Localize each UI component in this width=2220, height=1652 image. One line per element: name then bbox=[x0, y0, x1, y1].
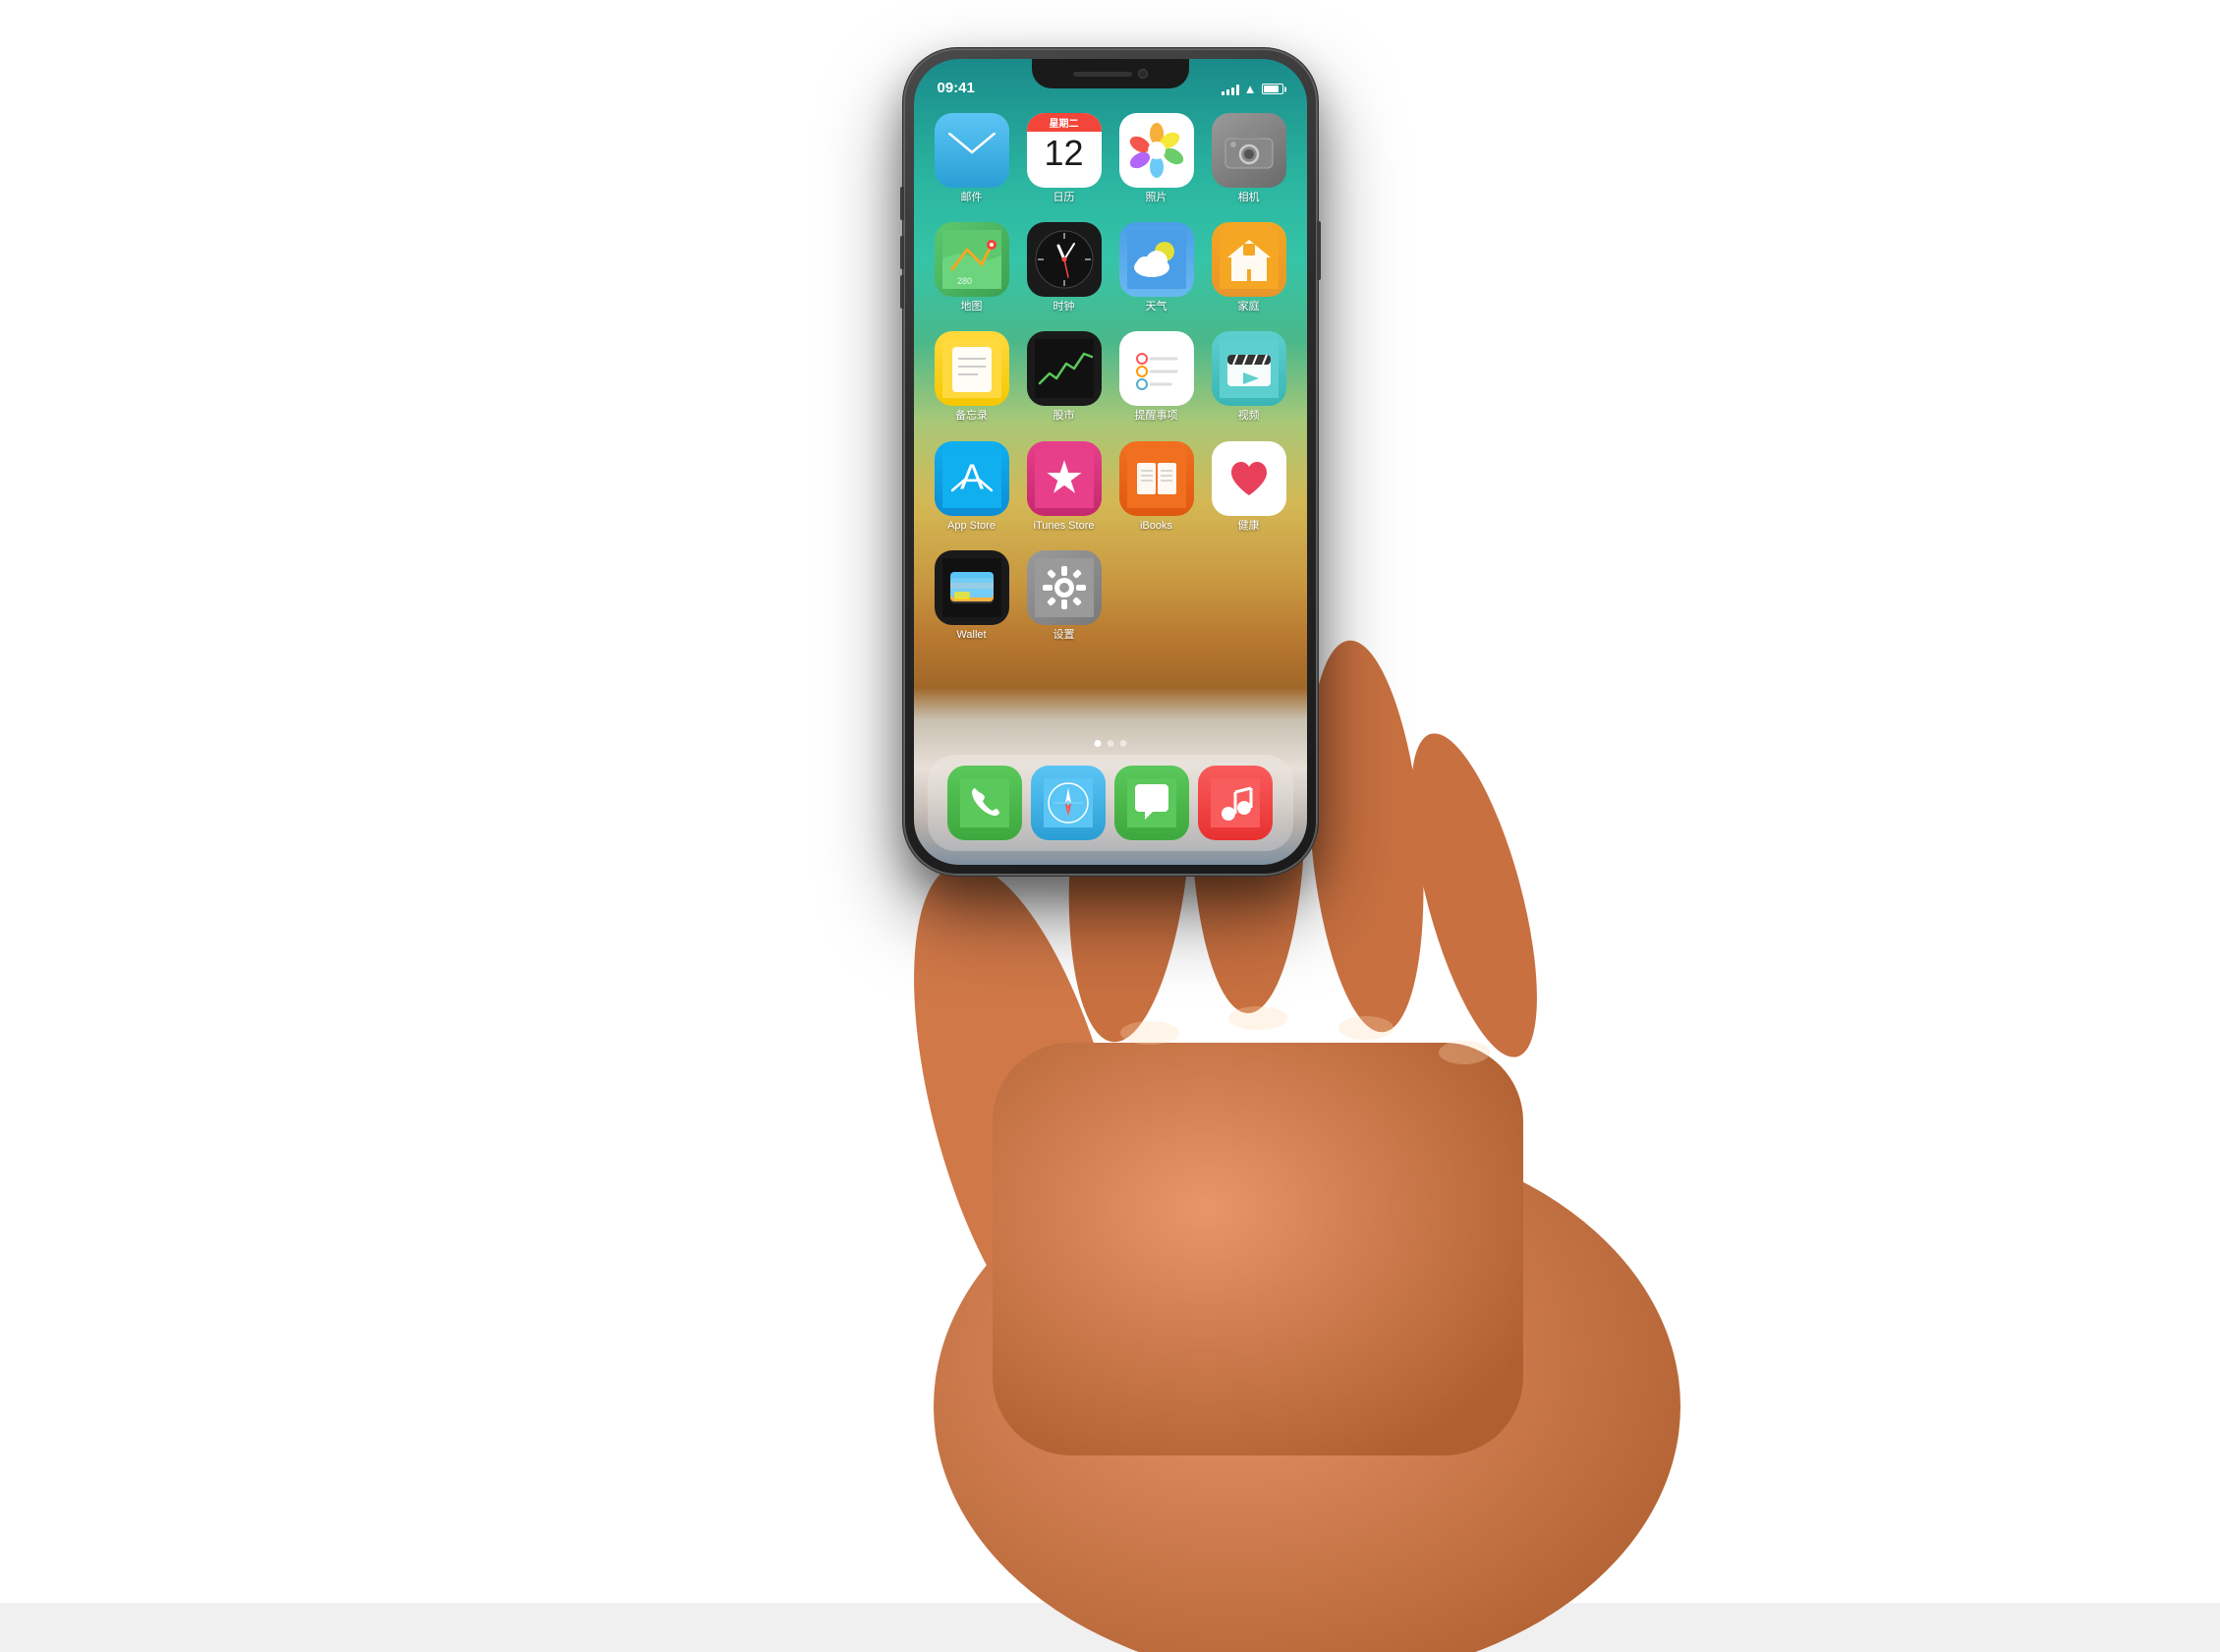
calendar-label: 日历 bbox=[1053, 192, 1075, 204]
speaker-grille bbox=[1073, 72, 1132, 77]
iphone-x: 09:41 ▲ bbox=[904, 49, 1317, 875]
app-camera[interactable]: 相机 bbox=[1207, 113, 1291, 204]
dock-music-icon bbox=[1198, 766, 1273, 840]
app-calendar[interactable]: 星期二 12 日历 bbox=[1022, 113, 1107, 204]
home-icon bbox=[1212, 222, 1286, 297]
photos-icon bbox=[1119, 113, 1194, 188]
photos-label: 照片 bbox=[1146, 192, 1167, 204]
notch bbox=[1032, 59, 1189, 88]
reminders-icon bbox=[1119, 331, 1194, 406]
app-ibooks[interactable]: iBooks bbox=[1114, 441, 1199, 533]
maps-icon: 280 bbox=[935, 222, 1009, 297]
app-notes[interactable]: 备忘录 bbox=[930, 331, 1014, 423]
weather-icon bbox=[1119, 222, 1194, 297]
app-stocks[interactable]: 股市 bbox=[1022, 331, 1107, 423]
dock-safari-icon bbox=[1031, 766, 1106, 840]
signal-bar-3 bbox=[1231, 87, 1234, 95]
dock-messages-icon bbox=[1114, 766, 1189, 840]
appstore-label: App Store bbox=[947, 520, 996, 533]
dock-phone[interactable] bbox=[947, 766, 1022, 840]
svg-text:A: A bbox=[959, 456, 983, 496]
clock-label: 时钟 bbox=[1053, 301, 1075, 313]
itunes-label: iTunes Store bbox=[1034, 520, 1095, 533]
clock-icon bbox=[1027, 222, 1102, 297]
app-grid: 邮件 星期二 12 日历 bbox=[930, 113, 1291, 642]
dock-safari[interactable] bbox=[1031, 766, 1106, 840]
itunes-icon: ★ bbox=[1027, 441, 1102, 516]
mail-label: 邮件 bbox=[961, 192, 983, 204]
page-dot-1[interactable] bbox=[1107, 740, 1113, 747]
front-camera bbox=[1138, 69, 1148, 79]
signal-bar-1 bbox=[1222, 91, 1224, 95]
appstore-icon: A bbox=[935, 441, 1009, 516]
app-maps[interactable]: 280 地图 bbox=[930, 222, 1014, 313]
dock-messages[interactable] bbox=[1114, 766, 1189, 840]
app-photos[interactable]: 照片 bbox=[1114, 113, 1199, 204]
app-clock[interactable]: 时钟 bbox=[1022, 222, 1107, 313]
page-dot-2[interactable] bbox=[1119, 740, 1126, 747]
settings-label: 设置 bbox=[1053, 629, 1075, 642]
stocks-icon bbox=[1027, 331, 1102, 406]
app-weather[interactable]: 天气 bbox=[1114, 222, 1199, 313]
reminders-label: 提醒事项 bbox=[1135, 410, 1178, 423]
dock-phone-icon bbox=[947, 766, 1022, 840]
camera-label: 相机 bbox=[1238, 192, 1260, 204]
wifi-icon: ▲ bbox=[1244, 82, 1257, 96]
weather-label: 天气 bbox=[1146, 301, 1167, 313]
home-label: 家庭 bbox=[1238, 301, 1260, 313]
ibooks-icon bbox=[1119, 441, 1194, 516]
settings-icon bbox=[1027, 550, 1102, 625]
app-settings[interactable]: 设置 bbox=[1022, 550, 1107, 642]
calendar-day: 星期二 bbox=[1027, 113, 1102, 132]
notes-icon bbox=[935, 331, 1009, 406]
app-appstore[interactable]: A App Store bbox=[930, 441, 1014, 533]
maps-label: 地图 bbox=[961, 301, 983, 313]
mail-icon bbox=[935, 113, 1009, 188]
dock-music[interactable] bbox=[1198, 766, 1273, 840]
page-dots bbox=[1094, 740, 1126, 747]
ibooks-label: iBooks bbox=[1140, 520, 1172, 533]
signal-strength bbox=[1222, 84, 1239, 95]
svg-text:★: ★ bbox=[1044, 451, 1084, 502]
videos-label: 视频 bbox=[1238, 410, 1260, 423]
app-videos[interactable]: 视频 bbox=[1207, 331, 1291, 423]
app-home[interactable]: 家庭 bbox=[1207, 222, 1291, 313]
app-mail[interactable]: 邮件 bbox=[930, 113, 1014, 204]
calendar-icon: 星期二 12 bbox=[1027, 113, 1102, 188]
signal-bar-4 bbox=[1236, 85, 1239, 95]
app-wallet[interactable]: Wallet bbox=[930, 550, 1014, 642]
phone-body: 09:41 ▲ bbox=[904, 49, 1317, 875]
wallet-icon bbox=[935, 550, 1009, 625]
signal-bar-2 bbox=[1226, 89, 1229, 95]
scene: 09:41 ▲ bbox=[0, 0, 2220, 1603]
status-icons: ▲ bbox=[1222, 82, 1283, 96]
phone-screen: 09:41 ▲ bbox=[914, 59, 1307, 865]
page-dot-0[interactable] bbox=[1094, 740, 1101, 747]
stocks-label: 股市 bbox=[1053, 410, 1075, 423]
calendar-date: 12 bbox=[1044, 136, 1083, 171]
videos-icon bbox=[1212, 331, 1286, 406]
notes-label: 备忘录 bbox=[955, 410, 988, 423]
app-itunes[interactable]: ★ iTunes Store bbox=[1022, 441, 1107, 533]
health-icon bbox=[1212, 441, 1286, 516]
health-label: 健康 bbox=[1238, 520, 1260, 533]
wallet-label: Wallet bbox=[956, 629, 986, 642]
svg-text:280: 280 bbox=[957, 276, 972, 286]
battery-icon bbox=[1262, 84, 1283, 94]
battery-fill bbox=[1264, 85, 1279, 92]
app-reminders[interactable]: 提醒事项 bbox=[1114, 331, 1199, 423]
status-time: 09:41 bbox=[938, 80, 975, 96]
dock bbox=[928, 755, 1293, 851]
camera-icon bbox=[1212, 113, 1286, 188]
app-health[interactable]: 健康 bbox=[1207, 441, 1291, 533]
